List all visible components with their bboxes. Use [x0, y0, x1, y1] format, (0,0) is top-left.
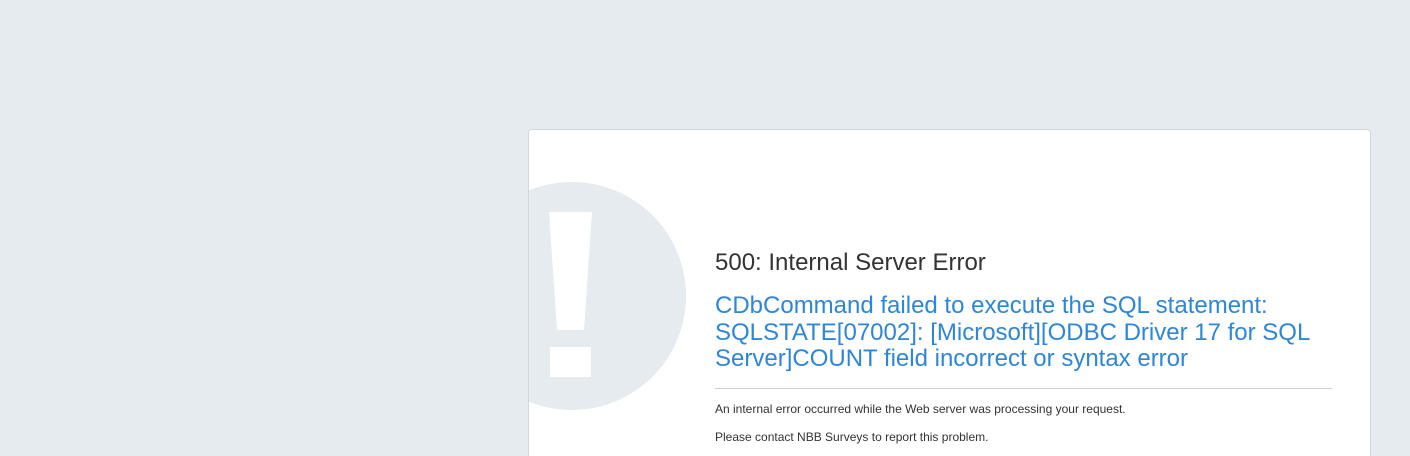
page: 500: Internal Server Error CDbCommand fa… — [0, 0, 1410, 456]
contact-text: Please contact NBB Surveys to report thi… — [715, 429, 989, 444]
error-card: 500: Internal Server Error CDbCommand fa… — [528, 129, 1371, 456]
error-content: 500: Internal Server Error CDbCommand fa… — [715, 248, 1332, 445]
error-info-text: An internal error occurred while the Web… — [715, 401, 1126, 416]
error-status-title: 500: Internal Server Error — [715, 249, 986, 276]
divider — [715, 387, 1332, 389]
exclamation-icon — [529, 182, 686, 410]
error-message: CDbCommand failed to execute the SQL sta… — [715, 292, 1310, 372]
